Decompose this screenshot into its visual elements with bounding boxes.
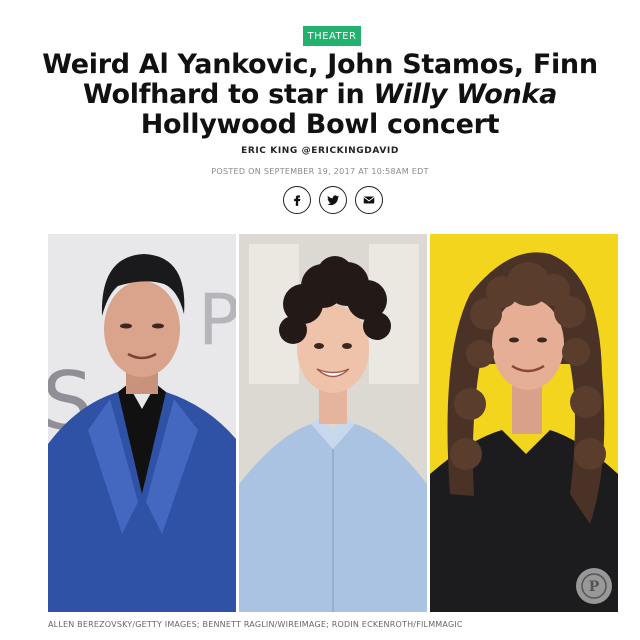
hero-photo-collage: S P P [48, 234, 618, 612]
email-icon [363, 196, 375, 204]
photo-john-stamos: S P [48, 234, 236, 612]
weird-al-illustration [430, 234, 618, 612]
john-stamos-illustration: S P [48, 234, 236, 612]
headline-text-end: Hollywood Bowl concert [140, 109, 500, 140]
facebook-icon [294, 195, 301, 206]
email-share-button[interactable] [355, 186, 383, 214]
svg-text:P: P [198, 279, 236, 361]
section-tag[interactable]: THEATER [303, 26, 361, 46]
headline-title-italic: Willy Wonka [373, 79, 558, 110]
photo-credit: ALLEN BEREZOVSKY/GETTY IMAGES; BENNETT R… [48, 620, 463, 629]
pinterest-save-button[interactable]: P [576, 568, 612, 604]
svg-text:P: P [589, 579, 600, 595]
byline[interactable]: ERIC KING @ERICKINGDAVID [0, 146, 640, 156]
photo-weird-al-yankovic: P [430, 234, 618, 612]
facebook-share-button[interactable] [283, 186, 311, 214]
twitter-share-button[interactable] [319, 186, 347, 214]
photo-finn-wolfhard [239, 234, 427, 612]
twitter-icon [327, 195, 340, 206]
posted-date: POSTED ON SEPTEMBER 19, 2017 AT 10:58AM … [211, 167, 429, 176]
finn-wolfhard-illustration [239, 234, 427, 612]
pinterest-icon: P [581, 573, 607, 599]
headline: Weird Al Yankovic, John Stamos, Finn Wol… [30, 50, 610, 140]
